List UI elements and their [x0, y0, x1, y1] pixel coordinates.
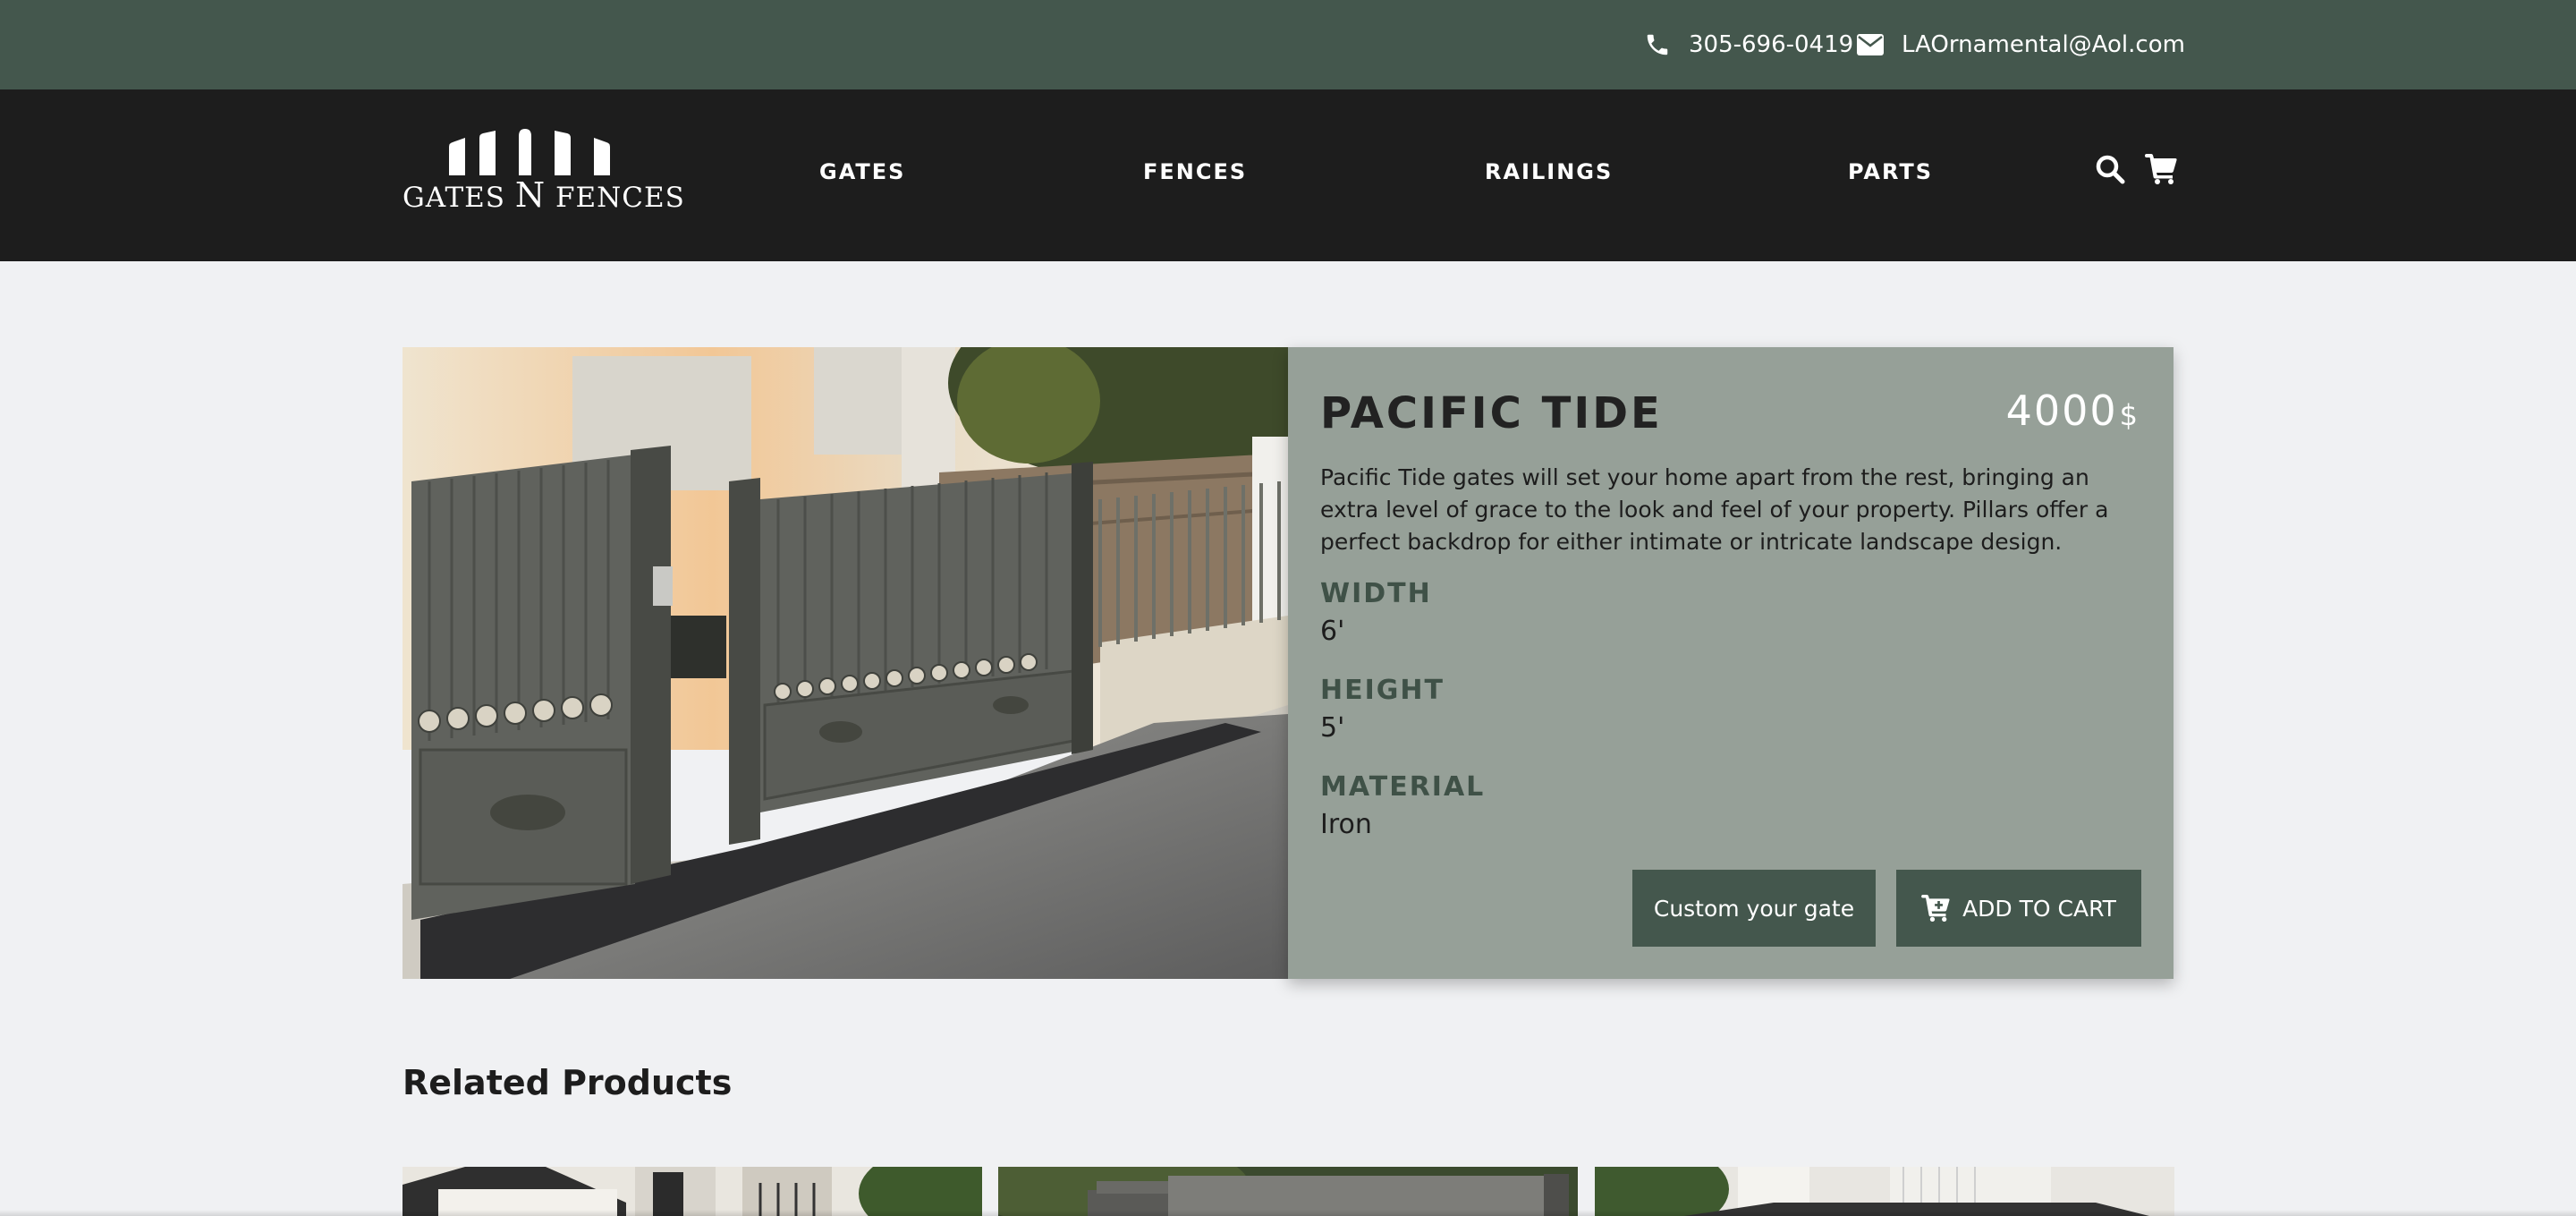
related-product-image [998, 1167, 1578, 1216]
product-price: 4000$ [2006, 387, 2140, 435]
phone-number[interactable]: 305-696-0419 [1689, 31, 1853, 58]
price-currency: $ [2119, 398, 2140, 432]
product-details: PACIFIC TIDE 4000$ Pacific Tide gates wi… [1288, 347, 2174, 979]
cart-plus-icon [1921, 895, 1950, 922]
spec-value-height: 5' [1320, 712, 1345, 744]
nav-item-gates[interactable]: GATES [819, 159, 905, 184]
nav-item-parts[interactable]: PARTS [1848, 159, 1933, 184]
cart-icon[interactable] [2145, 154, 2177, 184]
contact-bar: 305-696-0419 LAOrnamental@Aol.com [0, 0, 2576, 89]
related-product-image [1595, 1167, 2174, 1216]
spec-value-width: 6' [1320, 616, 1345, 647]
site-logo[interactable]: GATES N FENCES [402, 125, 684, 215]
logo-wordmark: GATES N FENCES [402, 175, 684, 215]
envelope-icon [1857, 34, 1884, 55]
related-products-heading: Related Products [402, 1063, 733, 1102]
main-nav: GATES N FENCES GATES FENCES RAILINGS PAR… [0, 89, 2576, 261]
related-product-card[interactable] [402, 1167, 982, 1216]
spec-label-width: WIDTH [1320, 578, 1432, 609]
logo-text-n: N [514, 175, 547, 215]
nav-item-fences[interactable]: FENCES [1143, 159, 1247, 184]
page-fold-shadow [0, 1210, 2576, 1216]
price-amount: 4000 [2005, 387, 2118, 435]
email-contact[interactable]: LAOrnamental@Aol.com [1857, 29, 2185, 61]
spec-value-material: Iron [1320, 809, 1372, 840]
product-title: PACIFIC TIDE [1320, 388, 1663, 438]
product-image [402, 347, 1288, 979]
add-to-cart-button[interactable]: ADD TO CART [1896, 870, 2141, 947]
spec-label-height: HEIGHT [1320, 675, 1445, 706]
logo-mark [449, 129, 610, 175]
gate-photo [402, 347, 1288, 979]
related-product-image [402, 1167, 982, 1216]
related-product-card[interactable] [998, 1167, 1578, 1216]
nav-item-railings[interactable]: RAILINGS [1485, 159, 1613, 184]
spec-label-material: MATERIAL [1320, 771, 1486, 803]
custom-gate-button[interactable]: Custom your gate [1632, 870, 1876, 947]
search-icon[interactable] [2095, 154, 2125, 184]
related-product-card[interactable] [1595, 1167, 2174, 1216]
logo-text-fences: FENCES [555, 182, 685, 214]
email-address[interactable]: LAOrnamental@Aol.com [1902, 31, 2185, 58]
custom-gate-label: Custom your gate [1653, 895, 1855, 922]
product-description: Pacific Tide gates will set your home ap… [1320, 464, 2109, 555]
phone-contact[interactable]: 305-696-0419 [1644, 29, 1853, 61]
logo-text-gates: GATES [402, 182, 505, 214]
phone-icon [1647, 34, 1668, 55]
add-to-cart-label: ADD TO CART [1962, 895, 2116, 922]
